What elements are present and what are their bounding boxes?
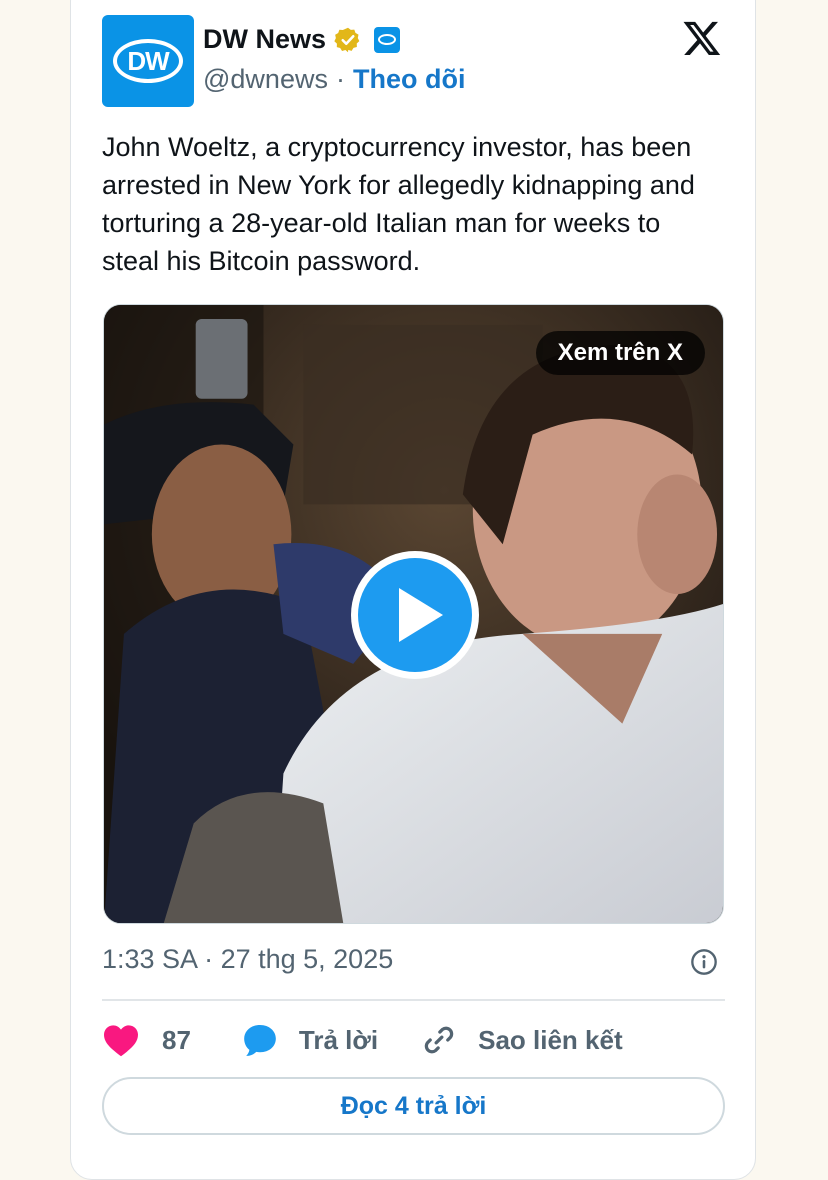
like-count: 87	[162, 1024, 191, 1055]
reply-label: Trả lời	[298, 1024, 379, 1055]
author-name-row: DW News	[203, 24, 401, 55]
verified-badge-icon	[334, 27, 360, 52]
like-button[interactable]: 87	[102, 1023, 191, 1057]
action-bar: 87 Trả lời Sao liên kết	[102, 1018, 623, 1062]
tweet-text: John Woeltz, a cryptocurrency investor, …	[102, 132, 695, 276]
separator-dot: ·	[335, 64, 345, 94]
affiliate-badge-icon[interactable]	[374, 26, 401, 53]
read-replies-button[interactable]: Đọc 4 trả lời	[102, 1077, 725, 1135]
link-icon	[424, 1026, 454, 1054]
copy-link-button[interactable]: Sao liên kết	[422, 1023, 623, 1057]
tweet-timestamp[interactable]: 1:33 SA · 27 thg 5, 2025	[102, 944, 393, 975]
divider	[102, 999, 725, 1001]
play-icon[interactable]	[348, 548, 482, 682]
info-icon[interactable]	[690, 948, 718, 976]
reply-bubble-icon	[244, 1024, 276, 1056]
avatar[interactable]: DW	[102, 15, 194, 107]
reply-button[interactable]: Trả lời	[241, 1021, 378, 1059]
author-handle[interactable]: @dwnews	[203, 64, 328, 95]
handle-row: @dwnews · Theo dõi	[203, 64, 465, 95]
x-logo-icon[interactable]	[681, 18, 723, 58]
dw-logo: DW	[113, 39, 183, 83]
heart-icon	[104, 1025, 138, 1057]
view-on-x-button[interactable]: Xem trên X	[535, 331, 705, 375]
copy-link-label: Sao liên kết	[478, 1024, 623, 1055]
follow-button[interactable]: Theo dõi	[353, 64, 465, 95]
video-player[interactable]: Xem trên X	[103, 304, 724, 924]
author-name[interactable]: DW News	[203, 24, 326, 55]
